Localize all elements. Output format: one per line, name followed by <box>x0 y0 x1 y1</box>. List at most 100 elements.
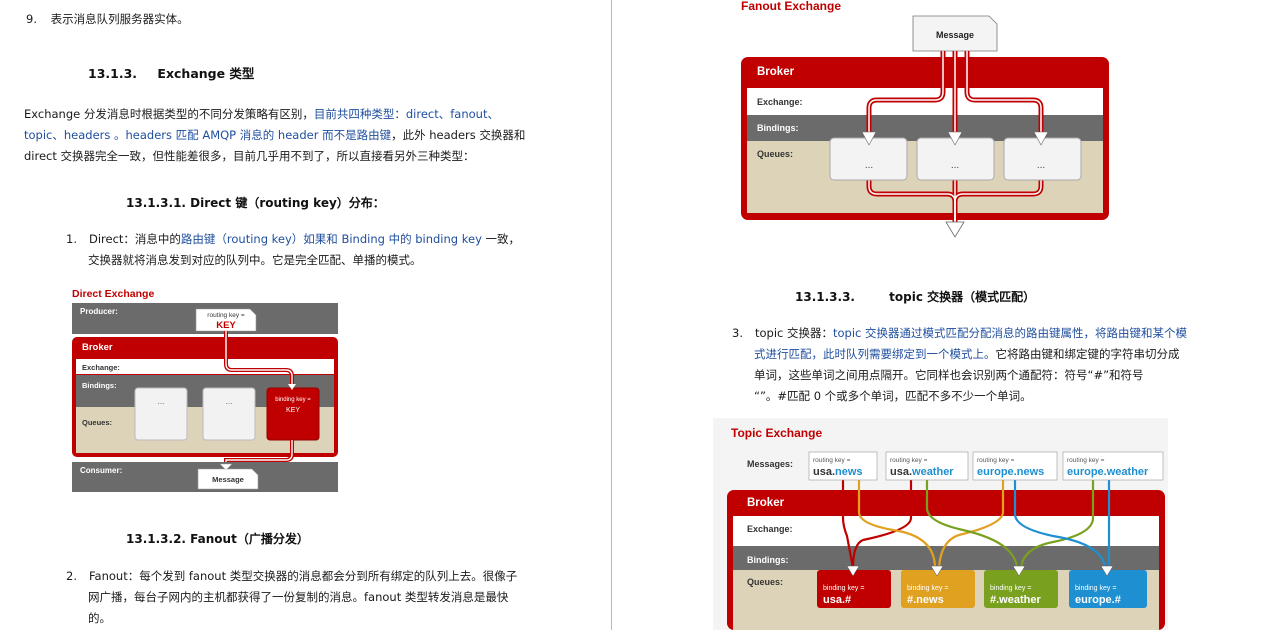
queue-placeholder: ... <box>158 397 165 406</box>
text-run: ，此外 headers 交换器和 <box>391 128 526 142</box>
binding-key-value: #.weather <box>990 594 1041 606</box>
queue-box: ... <box>202 387 256 441</box>
queues-label: Queues: <box>82 418 112 427</box>
list-item-9: 9. 表示消息队列服务器实体。 <box>26 9 189 29</box>
binding-key-value: usa.# <box>823 594 851 606</box>
message-box: routing key = usa.news <box>808 451 878 481</box>
list-number: 9. <box>26 12 37 26</box>
highlight-text: 目前共四种类型：direct、fanout、 <box>313 107 499 121</box>
routing-key-label: routing key = <box>890 457 928 464</box>
intro-paragraph: Exchange 分发消息时根据类型的不同分发策略有区别，目前共四种类型：dir… <box>24 104 525 167</box>
text-run: Direct：消息中的 <box>88 232 181 246</box>
queues-label: Queues: <box>747 577 783 587</box>
queue-box: binding key = europe.# <box>1069 570 1147 608</box>
text-run: Fanout：每个发到 fanout 类型交换器的消息都会分到所有绑定的队列上去… <box>88 569 518 583</box>
diagram-title: Fanout Exchange <box>741 0 841 13</box>
binding-key-value: #.news <box>907 594 944 606</box>
queue-box: binding key = #.weather <box>984 570 1058 608</box>
text-run: topic 交换器： <box>754 326 834 340</box>
binding-key-value: europe.# <box>1075 594 1121 606</box>
broker-label: Broker <box>757 66 795 78</box>
arrow-icon <box>945 221 965 238</box>
list-item-1: 1. Direct：消息中的路由键（routing key）如果和 Binding… <box>66 229 520 271</box>
routing-key-label: routing key = <box>207 312 245 319</box>
message-box: Message <box>912 15 998 52</box>
text-run: 它将路由键和绑定键的字符串切分成 <box>995 347 1180 361</box>
exchange-label: Exchange: <box>82 363 120 372</box>
section-heading-exchange-types: 13.1.3. Exchange 类型 <box>88 63 254 82</box>
queue-placeholder: ... <box>1037 160 1045 171</box>
binding-key-label: binding key = <box>823 585 864 592</box>
message-label: Message <box>936 30 974 40</box>
bindings-band <box>747 115 1103 141</box>
routing-key-value: usa.news <box>813 466 863 478</box>
binding-key-label: binding key = <box>990 585 1031 592</box>
section-title: Exchange 类型 <box>157 66 255 81</box>
routing-key-value: usa.weather <box>890 466 954 478</box>
exchange-label: Exchange: <box>757 97 803 107</box>
routing-key-value: europe.weather <box>1067 466 1149 478</box>
producer-label: Producer: <box>80 307 118 316</box>
queue-box-bound: binding key = KEY <box>266 387 320 441</box>
section-number: 13.1.3. <box>88 66 138 81</box>
routing-key-value: KEY <box>216 320 236 331</box>
direct-exchange-diagram: Direct Exchange Producer: routing key = … <box>72 288 338 492</box>
section-title: topic 交换器（模式匹配） <box>889 290 1036 304</box>
queue-box: ... <box>1003 137 1082 181</box>
section-number: 13.1.3.3. <box>795 290 855 304</box>
queue-box: binding key = usa.# <box>817 570 891 608</box>
queues-label: Queues: <box>757 149 793 159</box>
routing-key-label: routing key = <box>977 457 1015 464</box>
section-heading-topic: 13.1.3.3. topic 交换器（模式匹配） <box>795 288 1035 305</box>
bindings-label: Bindings: <box>747 555 789 565</box>
routing-key-label: routing key = <box>813 457 851 464</box>
queue-placeholder: ... <box>951 160 959 171</box>
routing-key-value: europe.news <box>977 466 1044 478</box>
binding-key-label: binding key = <box>1075 585 1116 592</box>
highlight-text: topic 交换器通过模式匹配分配消息的路由键属性，将路由键和某个模 <box>833 326 1188 340</box>
text-run: Exchange 分发消息时根据类型的不同分发策略有区别， <box>24 107 314 121</box>
queue-placeholder: ... <box>226 397 233 406</box>
routing-key-label: routing key = <box>1067 457 1105 464</box>
binding-key-value: KEY <box>286 407 300 414</box>
bindings-label: Bindings: <box>757 123 799 133</box>
highlight-text: 式进行匹配，此时队列需要绑定到一个模式上。 <box>754 347 996 361</box>
exchange-label: Exchange: <box>747 524 793 534</box>
queue-box: ... <box>134 387 188 441</box>
topic-exchange-diagram: Topic Exchange Messages: routing key = u… <box>713 418 1168 630</box>
text-run: direct 交换器完全一致，但性能差很多，目前几乎用不到了，所以直接看另外三种… <box>24 149 475 163</box>
binding-key-label: binding key = <box>275 397 311 403</box>
text-run: “”。#匹配 0 个或多个单词，匹配不多不少一个单词。 <box>754 389 1032 403</box>
fanout-exchange-diagram: Fanout Exchange Message Broker Exchange:… <box>741 0 1109 238</box>
bindings-label: Bindings: <box>82 381 117 390</box>
queue-box: binding key = #.news <box>901 570 975 608</box>
text-run: 交换器就将消息发到对应的队列中。它是完全匹配、单播的模式。 <box>88 253 422 267</box>
message-label: Message <box>212 475 244 484</box>
document-page-right: Fanout Exchange Message Broker Exchange:… <box>613 0 1268 630</box>
highlight-text: 路由键（routing key）如果和 Binding 中的 binding k… <box>180 232 482 246</box>
message-box: routing key = europe.weather <box>1062 451 1164 481</box>
list-number: 2. <box>66 569 77 583</box>
diagram-title: Direct Exchange <box>72 288 154 300</box>
list-number: 3. <box>732 326 743 340</box>
section-heading-fanout: 13.1.3.2. Fanout（广播分发） <box>126 532 309 546</box>
list-text: 表示消息队列服务器实体。 <box>50 12 189 26</box>
broker-label: Broker <box>747 497 785 509</box>
section-heading-direct: 13.1.3.1. Direct 键（routing key）分布： <box>126 196 385 210</box>
diagram-title: Topic Exchange <box>731 426 822 440</box>
text-run: 单词，这些单词之间用点隔开。它同样也会识别两个通配符：符号“#”和符号 <box>754 368 1144 382</box>
list-number: 1. <box>66 232 77 246</box>
consumer-message: Message <box>197 468 259 490</box>
text-run: 的。 <box>88 611 111 625</box>
binding-key-label: binding key = <box>907 585 948 592</box>
document-page-left: 9. 表示消息队列服务器实体。 13.1.3. Exchange 类型 Exch… <box>0 0 612 630</box>
list-item-3: 3. topic 交换器：topic 交换器通过模式匹配分配消息的路由键属性，将路… <box>732 323 1187 407</box>
text-run: 一致， <box>481 232 521 246</box>
messages-label: Messages: <box>747 459 793 469</box>
consumer-label: Consumer: <box>80 466 122 475</box>
text-run: 网广播，每台子网内的主机都获得了一份复制的消息。fanout 类型转发消息是最快 <box>88 590 509 604</box>
routing-key-message: routing key = KEY <box>195 308 257 332</box>
queue-placeholder: ... <box>865 160 873 171</box>
broker-label: Broker <box>82 342 113 353</box>
highlight-text: topic、headers 。headers 匹配 AMQP 消息的 heade… <box>24 128 392 142</box>
